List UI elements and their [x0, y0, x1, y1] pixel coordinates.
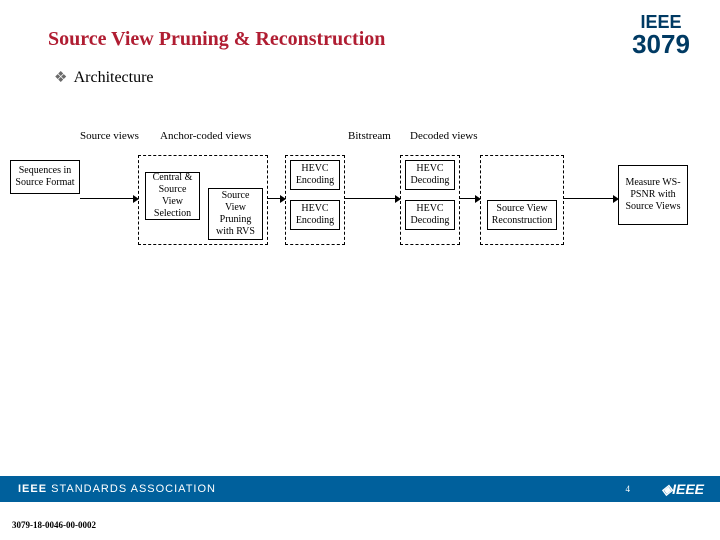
footer-sa-rest: STANDARDS ASSOCIATION [47, 483, 216, 495]
label-decoded: Decoded views [410, 130, 478, 142]
architecture-diagram: Source views Anchor-coded views Bitstrea… [10, 100, 710, 280]
logo-number: 3079 [624, 33, 698, 55]
label-bitstream: Bitstream [348, 130, 391, 142]
page-title: Source View Pruning & Reconstruction [48, 28, 385, 51]
arrow-5 [564, 198, 618, 200]
label-anchor-coded: Anchor-coded views [160, 130, 251, 142]
document-number: 3079-18-0046-00-0002 [12, 520, 96, 530]
box-hevc-dec-top: HEVC Decoding [405, 160, 455, 190]
ieee-3079-logo: IEEE 3079 [624, 12, 698, 55]
bullet-icon: ❖ [54, 70, 67, 86]
subhead-text: Architecture [74, 69, 154, 86]
arrow-3 [345, 198, 400, 200]
box-central-selection: Central & Source View Selection [145, 172, 200, 220]
box-hevc-dec-bot: HEVC Decoding [405, 200, 455, 230]
footer-sa: IEEE STANDARDS ASSOCIATION [18, 483, 216, 495]
arrow-4 [460, 198, 480, 200]
box-reconstruction: Source View Reconstruction [487, 200, 557, 230]
page-number: 4 [626, 484, 631, 494]
label-source-views: Source views [80, 130, 139, 142]
box-sequences: Sequences in Source Format [10, 160, 80, 194]
footer-sa-bold: IEEE [18, 483, 47, 495]
box-hevc-enc-top: HEVC Encoding [290, 160, 340, 190]
footer-bar: IEEE STANDARDS ASSOCIATION 4 ◈IEEE [0, 476, 720, 502]
ieee-footer-logo: ◈IEEE [661, 481, 704, 498]
arrow-1 [80, 198, 138, 200]
box-measure: Measure WS-PSNR with Source Views [618, 165, 688, 225]
box-hevc-enc-bot: HEVC Encoding [290, 200, 340, 230]
box-pruning: Source View Pruning with RVS [208, 188, 263, 240]
arrow-2 [268, 198, 285, 200]
section-subhead: ❖ Architecture [54, 68, 154, 87]
